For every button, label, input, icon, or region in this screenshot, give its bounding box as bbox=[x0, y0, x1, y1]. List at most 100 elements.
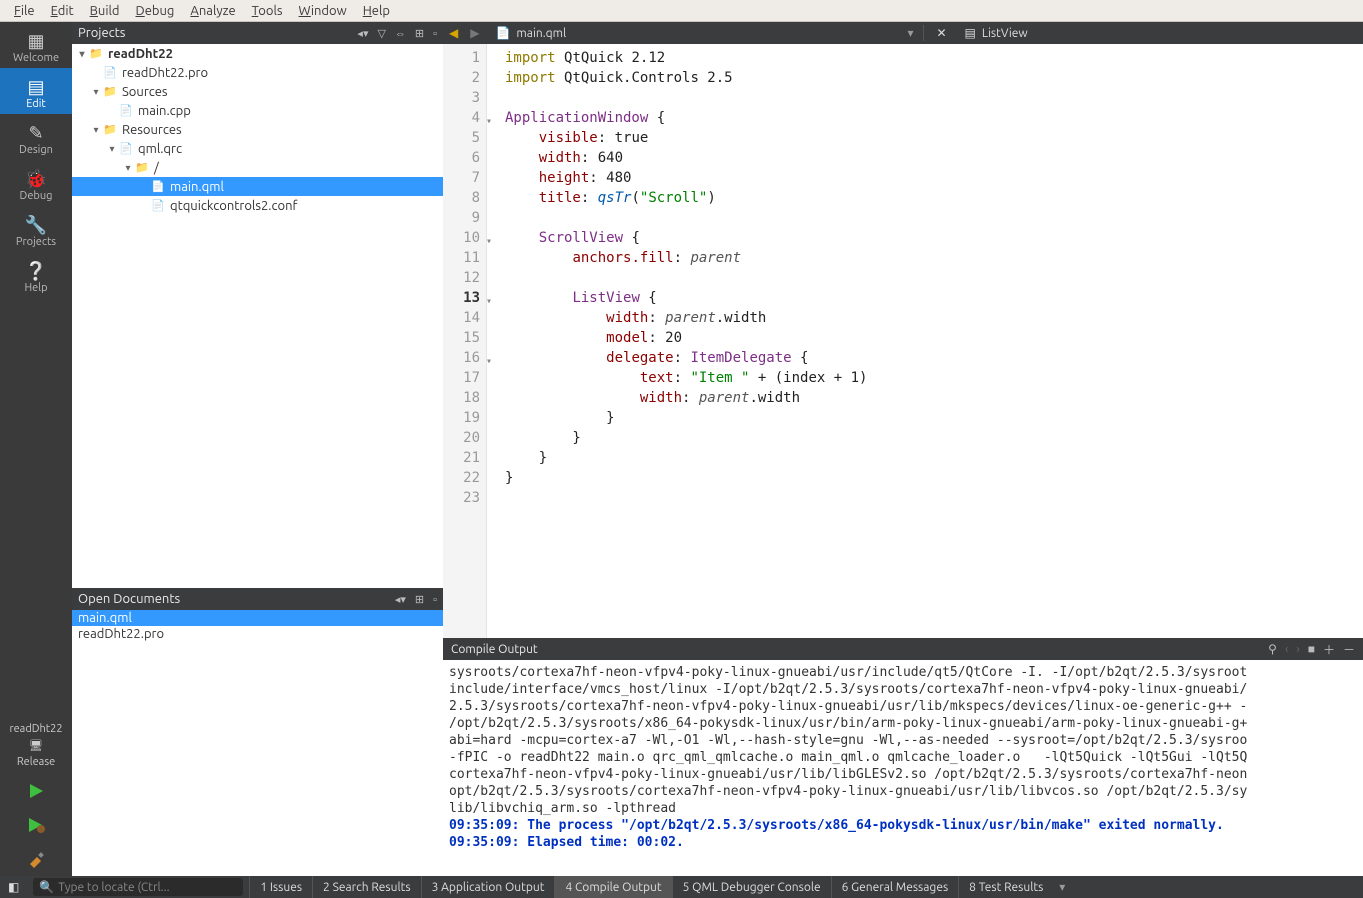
folder-icon: 📁 bbox=[134, 160, 150, 176]
menu-help[interactable]: Help bbox=[355, 4, 398, 18]
document-icon: ▤ bbox=[0, 76, 72, 98]
nav-forward-icon[interactable]: ▶ bbox=[464, 26, 485, 40]
list-icon: ▤ bbox=[965, 26, 976, 40]
prev-icon[interactable]: ‹ bbox=[1285, 643, 1288, 656]
kit-selector[interactable]: readDht22 🖥 Release bbox=[9, 717, 62, 774]
locator-input[interactable]: 🔍 Type to locate (Ctrl... bbox=[33, 878, 243, 896]
project-tree[interactable]: ▾📁 readDht22 📄 readDht22.pro ▾📁 Sources … bbox=[72, 44, 443, 588]
symbol-tab-label: ListView bbox=[982, 27, 1028, 40]
opendocs-list: main.qml readDht22.pro bbox=[72, 610, 443, 876]
tree-sources-folder[interactable]: ▾📁 Sources bbox=[72, 82, 443, 101]
tree-label: readDht22.pro bbox=[122, 66, 208, 80]
kit-config: Release bbox=[9, 756, 62, 768]
opendoc-item[interactable]: readDht22.pro bbox=[72, 626, 443, 642]
qml-file-icon: 📄 bbox=[150, 179, 166, 195]
tree-label: readDht22 bbox=[108, 47, 173, 61]
tree-label: qml.qrc bbox=[138, 142, 182, 156]
next-icon[interactable]: › bbox=[1296, 643, 1299, 656]
code-text[interactable]: import QtQuick 2.12import QtQuick.Contro… bbox=[487, 44, 867, 638]
nav-back-icon[interactable]: ◀ bbox=[443, 26, 464, 40]
tree-label: qtquickcontrols2.conf bbox=[170, 199, 297, 213]
tree-pro-file[interactable]: 📄 readDht22.pro bbox=[72, 63, 443, 82]
menu-debug[interactable]: Debug bbox=[128, 4, 183, 18]
bug-icon: 🐞 bbox=[0, 168, 72, 190]
link-icon[interactable]: ⇔ bbox=[395, 28, 406, 40]
filter-icon[interactable]: ⚲ bbox=[1268, 642, 1277, 656]
tree-main-qml[interactable]: 📄 main.qml bbox=[72, 177, 443, 196]
mode-label: Design bbox=[0, 144, 72, 156]
mode-bar: ▦ Welcome ▤ Edit ✎ Design 🐞 Debug 🔧 Proj… bbox=[0, 22, 72, 876]
menu-edit[interactable]: Edit bbox=[43, 4, 82, 18]
run-debug-button[interactable] bbox=[26, 808, 46, 842]
kit-project: readDht22 bbox=[9, 723, 62, 735]
pencil-icon: ✎ bbox=[0, 122, 72, 144]
qml-file-icon: 📄 bbox=[495, 26, 510, 40]
menu-analyze[interactable]: Analyze bbox=[182, 4, 243, 18]
menu-file[interactable]: File bbox=[6, 4, 43, 18]
close-tab-icon[interactable]: ✕ bbox=[928, 26, 954, 40]
filter-icon[interactable]: ▽ bbox=[377, 28, 385, 40]
projects-panel-header: Projects ◂▾ ▽ ⇔ ⊞ ▫ bbox=[72, 22, 443, 44]
mode-help[interactable]: ❔ Help bbox=[0, 252, 72, 298]
zoom-out-icon[interactable]: － bbox=[1343, 641, 1355, 658]
tree-label: Sources bbox=[122, 85, 168, 99]
run-button[interactable] bbox=[27, 774, 45, 808]
search-icon: 🔍 bbox=[39, 880, 54, 894]
cpp-file-icon: 📄 bbox=[118, 103, 134, 119]
split-icon[interactable]: ⊞ bbox=[415, 28, 424, 40]
opendoc-item[interactable]: main.qml bbox=[72, 610, 443, 626]
chevron-down-icon[interactable]: ▾ bbox=[1053, 880, 1071, 894]
qrc-file-icon: 📄 bbox=[118, 141, 134, 157]
file-tab[interactable]: 📄 main.qml bbox=[485, 22, 576, 44]
compile-output[interactable]: sysroots/cortexa7hf-neon-vfpv4-poky-linu… bbox=[443, 660, 1363, 876]
tree-slash-folder[interactable]: ▾📁 / bbox=[72, 158, 443, 177]
output-pane-test-results[interactable]: 8 Test Results bbox=[958, 876, 1053, 898]
menu-window[interactable]: Window bbox=[291, 4, 355, 18]
folder-icon: 📁 bbox=[102, 84, 118, 100]
mode-welcome[interactable]: ▦ Welcome bbox=[0, 22, 72, 68]
close-icon[interactable]: ▫ bbox=[433, 594, 437, 606]
mode-debug[interactable]: 🐞 Debug bbox=[0, 160, 72, 206]
line-gutter: 1234▾5678910▾111213▾141516▾1718192021222… bbox=[443, 44, 487, 638]
mode-label: Debug bbox=[0, 190, 72, 202]
file-icon: 📄 bbox=[150, 198, 166, 214]
menu-tools[interactable]: Tools bbox=[244, 4, 291, 18]
output-pane-general-messages[interactable]: 6 General Messages bbox=[831, 876, 959, 898]
mode-design[interactable]: ✎ Design bbox=[0, 114, 72, 160]
wrench-icon: 🔧 bbox=[0, 214, 72, 236]
editor-tabbar: ◀ ▶ 📄 main.qml ▾ ✕ ▤ ListView bbox=[443, 22, 1363, 44]
tree-main-cpp[interactable]: 📄 main.cpp bbox=[72, 101, 443, 120]
mode-label: Projects bbox=[0, 236, 72, 248]
output-pane-application-output[interactable]: 3 Application Output bbox=[421, 876, 555, 898]
status-bar: ◧ 🔍 Type to locate (Ctrl... 1 Issues2 Se… bbox=[0, 876, 1363, 898]
locator-placeholder: Type to locate (Ctrl... bbox=[58, 881, 169, 894]
mode-edit[interactable]: ▤ Edit bbox=[0, 68, 72, 114]
tree-project-root[interactable]: ▾📁 readDht22 bbox=[72, 44, 443, 63]
output-pane-qml-debugger-console[interactable]: 5 QML Debugger Console bbox=[672, 876, 831, 898]
build-button[interactable] bbox=[27, 842, 45, 876]
chevron-down-icon[interactable]: ◂▾ bbox=[395, 594, 406, 606]
close-icon[interactable]: ▫ bbox=[433, 28, 437, 40]
split-icon[interactable]: ⊞ bbox=[415, 594, 424, 606]
output-pane-issues[interactable]: 1 Issues bbox=[249, 876, 312, 898]
output-pane-search-results[interactable]: 2 Search Results bbox=[312, 876, 421, 898]
symbol-tab[interactable]: ▤ ListView bbox=[955, 22, 1038, 44]
tree-resources-folder[interactable]: ▾📁 Resources bbox=[72, 120, 443, 139]
tree-label: Resources bbox=[122, 123, 182, 137]
tree-conf-file[interactable]: 📄 qtquickcontrols2.conf bbox=[72, 196, 443, 215]
output-pane-compile-output[interactable]: 4 Compile Output bbox=[554, 876, 671, 898]
menu-bar: File Edit Build Debug Analyze Tools Wind… bbox=[0, 0, 1363, 22]
mode-label: Edit bbox=[0, 98, 72, 110]
zoom-in-icon[interactable]: ＋ bbox=[1323, 641, 1335, 658]
tree-qrc-file[interactable]: ▾📄 qml.qrc bbox=[72, 139, 443, 158]
mode-projects[interactable]: 🔧 Projects bbox=[0, 206, 72, 252]
menu-build[interactable]: Build bbox=[82, 4, 128, 18]
file-tab-label: main.qml bbox=[516, 27, 566, 40]
stop-icon[interactable]: ■ bbox=[1308, 642, 1315, 656]
tree-label: main.qml bbox=[170, 180, 224, 194]
code-editor[interactable]: 1234▾5678910▾111213▾141516▾1718192021222… bbox=[443, 44, 1363, 638]
chevron-down-icon[interactable]: ▾ bbox=[901, 26, 919, 40]
sidebar-toggle-icon[interactable]: ◧ bbox=[0, 880, 27, 894]
chevron-down-icon[interactable]: ◂▾ bbox=[357, 28, 368, 40]
opendocs-title: Open Documents bbox=[78, 592, 180, 606]
